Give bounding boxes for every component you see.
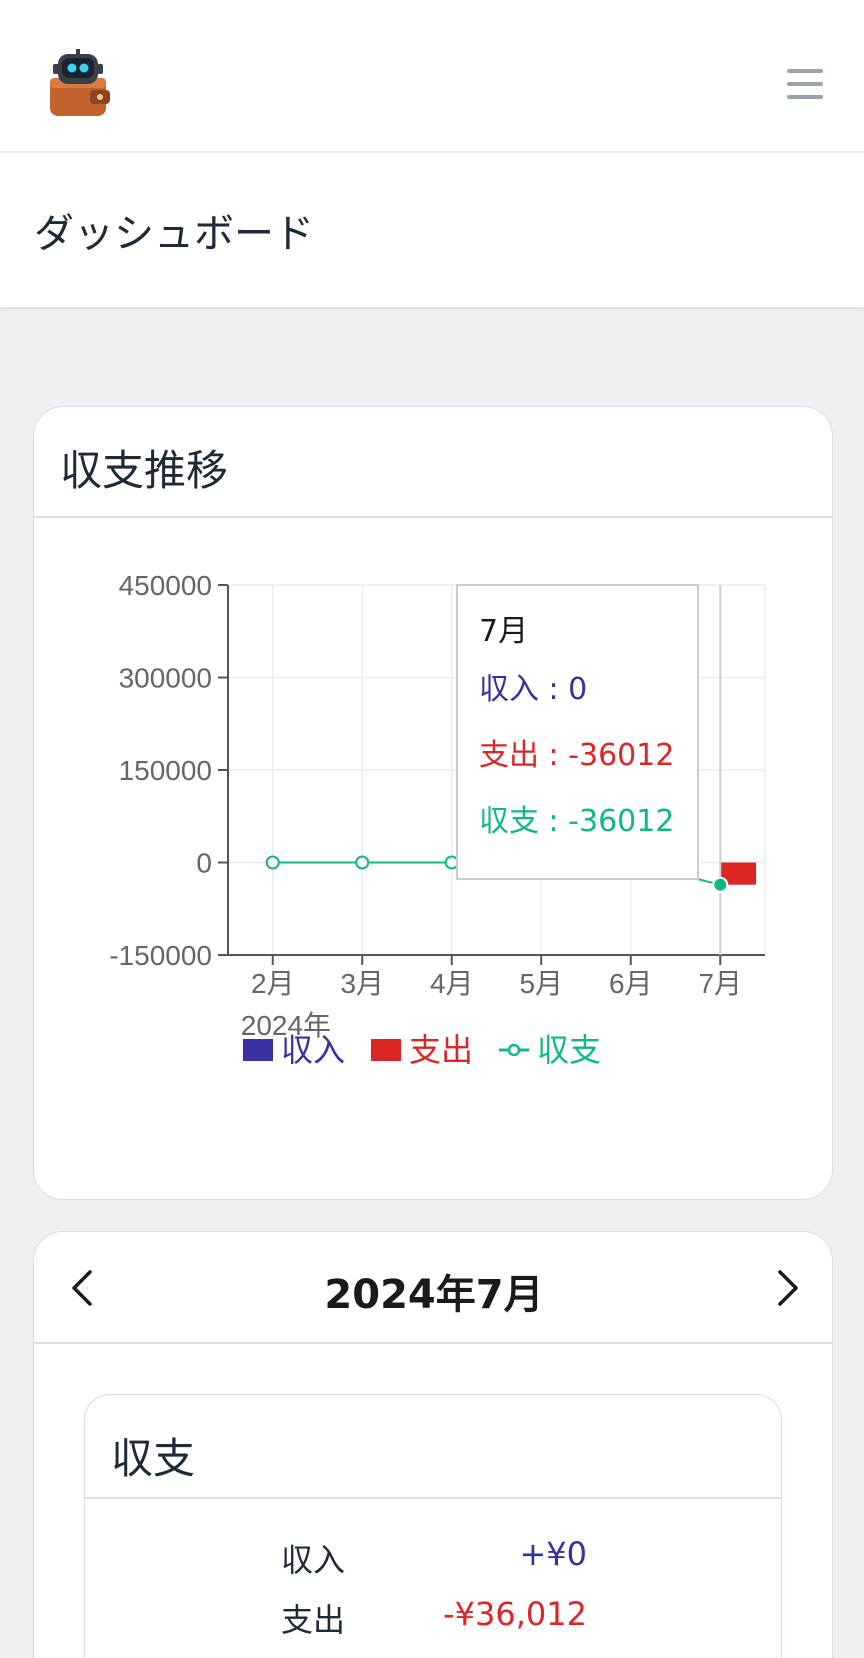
x-tick-label: 4月 — [430, 968, 474, 999]
x-tick-label: 2月 — [251, 968, 295, 999]
y-tick-label: 0 — [196, 848, 212, 879]
current-month-label: 2024年7月 — [324, 1272, 544, 1318]
page-header: ダッシュボード — [0, 153, 864, 307]
x-tick-label: 7月 — [698, 968, 742, 999]
income-row: 収入 +¥0 — [85, 1535, 783, 1585]
income-label: 収入 — [281, 1541, 346, 1579]
balance-point — [712, 876, 729, 893]
tooltip-title: 7月 — [479, 614, 528, 649]
chevron-right-icon[interactable] — [766, 1266, 806, 1310]
hamburger-menu-icon[interactable] — [782, 64, 828, 104]
trend-card: 収支推移 450000 300000 150000 0 -150000 2月 3月 4月 5月 6… — [33, 406, 833, 1200]
balance-point — [355, 855, 370, 870]
balance-summary-card: 収支 収入 +¥0 支出 -¥36,012 — [84, 1394, 782, 1658]
legend-swatch-dot — [507, 1043, 521, 1057]
robot-wallet-logo-icon[interactable] — [46, 48, 114, 120]
balance-point — [444, 855, 459, 870]
legend-label-支出: 支出 — [409, 1031, 473, 1069]
x-tick-label: 5月 — [519, 968, 563, 999]
tooltip-line: 収支 : -36012 — [479, 804, 674, 839]
y-tick-label: 450000 — [119, 570, 212, 601]
expense-value: -¥36,012 — [443, 1595, 587, 1633]
tooltip-line: 収入 : 0 — [479, 672, 587, 707]
page-title: ダッシュボード — [34, 211, 314, 257]
month-navigator: 2024年7月 — [34, 1232, 832, 1344]
expense-label: 支出 — [281, 1601, 346, 1639]
y-tick-label: 300000 — [119, 663, 212, 694]
y-tick-label: 150000 — [119, 755, 212, 786]
legend-label-収支: 収支 — [537, 1031, 601, 1069]
top-navbar — [0, 0, 864, 152]
balance-summary-header: 収支 — [85, 1395, 781, 1499]
x-tick-label: 3月 — [340, 968, 384, 999]
expense-row: 支出 -¥36,012 — [85, 1595, 783, 1645]
income-value: +¥0 — [519, 1535, 587, 1573]
monthly-card: 2024年7月 収支 収入 +¥0 支出 -¥36,012 — [33, 1231, 833, 1658]
x-tick-label: 6月 — [609, 968, 653, 999]
trend-chart[interactable]: 4500003000001500000-1500002月 3月 4月 5月 6月 7月20… — [34, 407, 833, 1200]
y-tick-label: -150000 — [109, 940, 212, 971]
tooltip-line: 支出 : -36012 — [479, 738, 674, 773]
balance-point — [265, 855, 280, 870]
legend-label-収入: 収入 — [281, 1031, 345, 1069]
legend-swatch-収入 — [243, 1039, 273, 1061]
legend-swatch-支出 — [371, 1039, 401, 1061]
balance-summary-title: 収支 — [111, 1434, 196, 1483]
